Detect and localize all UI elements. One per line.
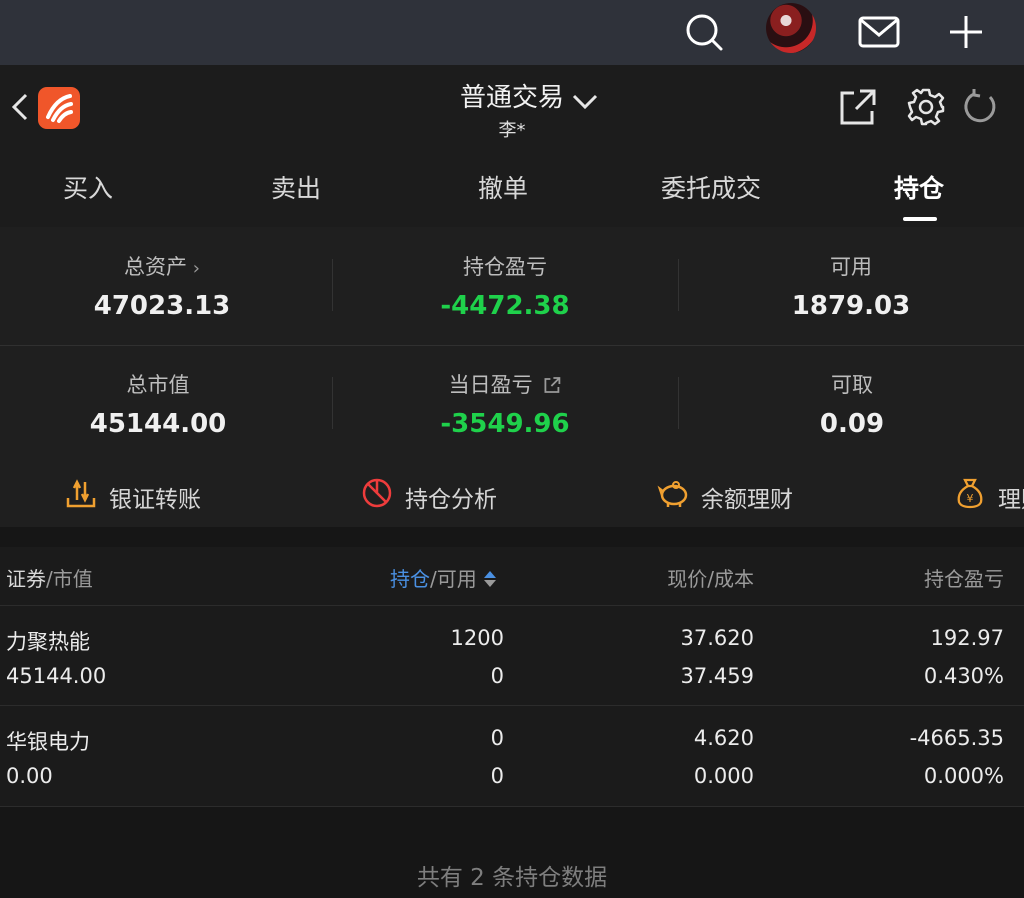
transfer-icon [66, 479, 96, 508]
daily-pl-label: 当日盈亏 [448, 373, 533, 397]
svg-text:¥: ¥ [967, 492, 974, 505]
mail-icon[interactable] [855, 8, 903, 56]
withdrawable-label: 可取 [831, 373, 873, 397]
divider [332, 259, 333, 311]
available-label: 可用 [829, 255, 872, 279]
cost-price: 0.000 [693, 764, 754, 788]
divider [678, 259, 679, 311]
tab-orders[interactable]: 委托成交 [661, 169, 761, 205]
total-assets-cell[interactable]: 总资产 › 47023.13 [94, 251, 231, 321]
market-value-value: 45144.00 [89, 409, 227, 439]
daily-pl-cell[interactable]: 当日盈亏 -3549.96 [440, 369, 569, 439]
avatar[interactable] [766, 3, 816, 53]
page-title[interactable]: 普通交易 [460, 77, 564, 114]
refresh-icon[interactable] [960, 87, 1000, 127]
balance-finance-label: 余额理财 [701, 487, 793, 513]
header-pl: 持仓盈亏 [924, 567, 1004, 591]
piggy-bank-icon [657, 481, 688, 507]
divider [678, 377, 679, 429]
chevron-right-icon: › [187, 258, 200, 279]
withdrawable-value: 0.09 [819, 409, 885, 439]
daily-pl-value: -3549.96 [440, 409, 570, 439]
position-analysis-label: 持仓分析 [405, 487, 497, 513]
tab-positions[interactable]: 持仓 [894, 169, 944, 205]
available-qty: 0 [490, 664, 504, 688]
table-row[interactable]: 力聚热能 45144.00 1200 0 37.620 37.459 192.9… [0, 605, 1024, 706]
market-value: 45144.00 [6, 664, 107, 688]
account-summary: 总资产 › 47023.13 持仓盈亏 -4472.38 可用 1879.03 … [0, 227, 1024, 527]
money-bag-icon: ¥ [957, 478, 983, 509]
position-pl-value: -4472.38 [440, 291, 570, 321]
plus-icon[interactable] [942, 8, 990, 56]
transfer-label: 银证转账 [109, 487, 201, 513]
header-position-sort[interactable]: 持仓/可用 [390, 563, 497, 592]
positions-count: 共有 2 条持仓数据 [416, 865, 608, 891]
position-pl-pct: 0.430% [923, 664, 1004, 688]
current-price: 37.620 [680, 626, 754, 650]
divider [0, 345, 1024, 346]
available-value: 1879.03 [791, 291, 911, 321]
settings-gear-icon[interactable] [906, 87, 946, 127]
position-pl-label: 持仓盈亏 [463, 255, 547, 279]
trade-tabs: 买入 卖出 撤单 委托成交 持仓 [0, 155, 1024, 227]
divider [332, 377, 333, 429]
cost-price: 37.459 [680, 664, 754, 688]
app-header: 普通交易 李* [0, 65, 1024, 155]
finance-label: 理财 [998, 487, 1024, 513]
current-price: 4.620 [693, 726, 754, 750]
position-pl-pct: 0.000% [923, 764, 1004, 788]
security-name: 力聚热能 [6, 630, 90, 654]
divider [0, 806, 1024, 807]
tab-cancel[interactable]: 撤单 [478, 169, 528, 205]
header-security: 证券/市值 [6, 567, 93, 591]
position-qty: 1200 [450, 626, 504, 650]
market-value-cell: 总市值 45144.00 [90, 369, 227, 439]
header-price-cost: 现价/成本 [667, 567, 754, 591]
security-name: 华银电力 [6, 730, 90, 754]
withdrawable-cell: 可取 0.09 [820, 369, 884, 439]
share-icon[interactable] [838, 87, 878, 127]
total-assets-label: 总资产 [124, 255, 188, 279]
search-icon[interactable] [680, 8, 728, 56]
position-pl-cell: 持仓盈亏 -4472.38 [440, 251, 569, 321]
active-tab-indicator [903, 217, 937, 221]
position-qty: 0 [490, 726, 504, 750]
system-top-bar [0, 0, 1024, 65]
total-assets-value: 47023.13 [93, 291, 231, 321]
chevron-down-icon[interactable] [570, 89, 600, 113]
external-link-icon[interactable] [543, 376, 561, 394]
available-qty: 0 [490, 764, 504, 788]
tab-sell[interactable]: 卖出 [271, 169, 321, 205]
position-pl: 192.97 [930, 626, 1004, 650]
market-value: 0.00 [6, 764, 53, 788]
table-row[interactable]: 华银电力 0.00 0 0 4.620 0.000 -4665.35 0.000… [0, 705, 1024, 806]
pie-chart-icon [362, 478, 392, 508]
position-pl: -4665.35 [909, 726, 1004, 750]
positions-table-header: 证券/市值 持仓/可用 现价/成本 持仓盈亏 [0, 547, 1024, 605]
tab-buy[interactable]: 买入 [63, 169, 113, 205]
market-value-label: 总市值 [126, 373, 190, 397]
sort-icon[interactable] [483, 570, 497, 588]
available-cell: 可用 1879.03 [792, 251, 910, 321]
